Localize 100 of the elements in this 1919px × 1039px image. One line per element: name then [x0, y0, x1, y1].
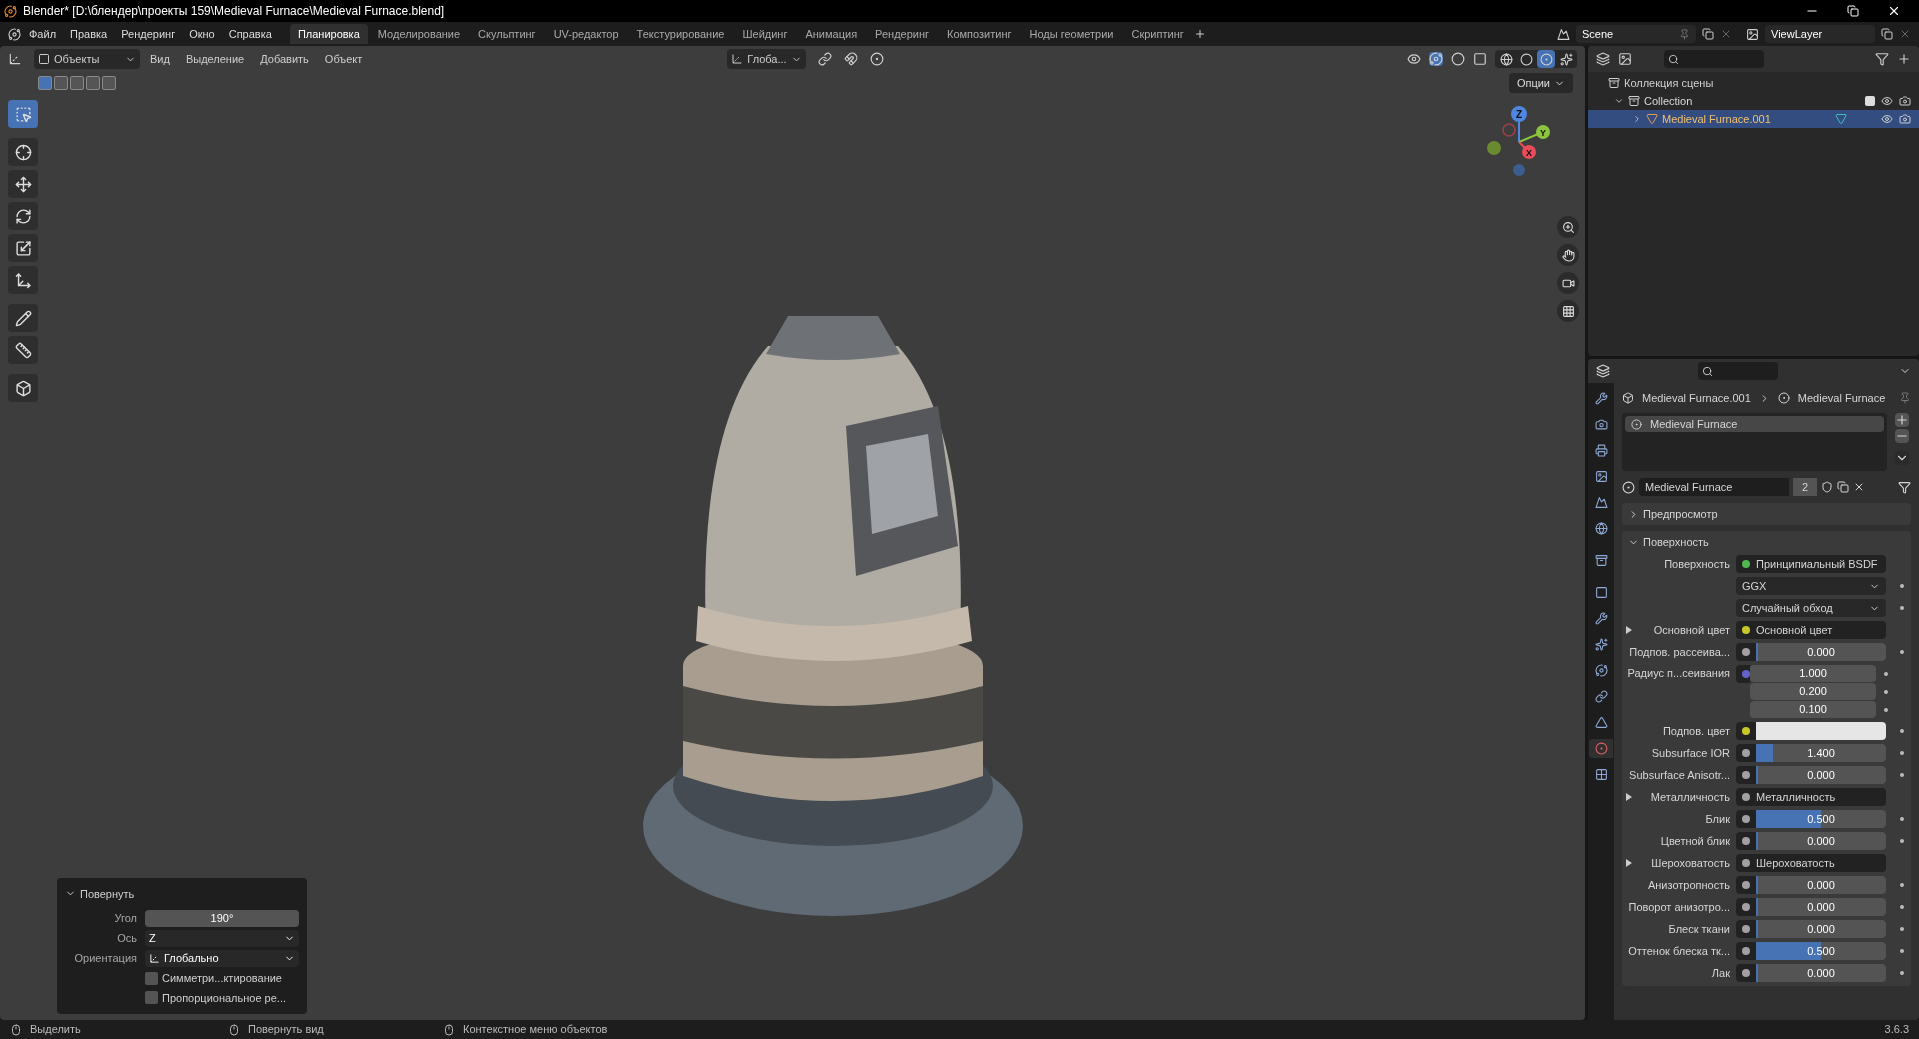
- visibility-icon[interactable]: [1407, 52, 1421, 66]
- value-slider[interactable]: 0.000: [1756, 920, 1886, 938]
- workspace-tab[interactable]: Шейдинг: [734, 24, 796, 44]
- value-slider[interactable]: 0.000: [1756, 643, 1886, 661]
- navigation-button[interactable]: [1557, 272, 1579, 294]
- workspace-tab[interactable]: Анимация: [797, 24, 866, 44]
- panel-header[interactable]: Предпросмотр: [1622, 503, 1911, 525]
- outliner-row[interactable]: Medieval Furnace.001: [1588, 110, 1919, 128]
- menu-item[interactable]: Файл: [23, 25, 63, 43]
- material-slot[interactable]: Medieval Furnace: [1625, 416, 1884, 432]
- tool-button[interactable]: [8, 100, 38, 128]
- value-slider[interactable]: 0.000: [1756, 898, 1886, 916]
- camera-icon[interactable]: [1899, 95, 1911, 107]
- magnet-icon[interactable]: [843, 52, 858, 66]
- add-slot-icon[interactable]: [1895, 413, 1909, 427]
- scene-icon[interactable]: [1557, 27, 1570, 41]
- duplicate-icon[interactable]: [1837, 481, 1849, 493]
- linked-node-field[interactable]: Основной цвет: [1736, 621, 1886, 639]
- new-scene-icon[interactable]: [1702, 28, 1714, 40]
- pivot-icon[interactable]: [817, 52, 832, 66]
- checkbox[interactable]: [145, 991, 158, 1005]
- editor-type-icon[interactable]: [1596, 52, 1610, 66]
- dropdown-field[interactable]: Глобально: [145, 950, 299, 967]
- xray-icon[interactable]: [1473, 52, 1487, 66]
- workspace-tab[interactable]: Планировка: [289, 24, 368, 44]
- material-name-field[interactable]: Medieval Furnace: [1639, 478, 1789, 496]
- search-field[interactable]: [1664, 50, 1764, 68]
- value-slider[interactable]: 0.500: [1756, 942, 1886, 960]
- fake-user-icon[interactable]: [1821, 481, 1833, 493]
- tool-button[interactable]: [8, 234, 38, 262]
- properties-tab[interactable]: [1589, 739, 1613, 758]
- menu-item[interactable]: Объект: [318, 50, 369, 68]
- dropdown-field[interactable]: Z: [145, 930, 299, 947]
- delete-view-layer-icon[interactable]: [1899, 28, 1911, 40]
- menu-item[interactable]: Выделение: [179, 50, 251, 68]
- tool-button[interactable]: [8, 170, 38, 198]
- axis-handle[interactable]: [1536, 125, 1550, 139]
- restore-icon[interactable]: [1847, 5, 1859, 17]
- tool-button[interactable]: [8, 374, 38, 402]
- unlink-icon[interactable]: [1853, 481, 1865, 493]
- vector-component-field[interactable]: 0.100: [1750, 701, 1876, 718]
- viewport[interactable]: Объекты Вид Выделение Добавить Объект Глоба... Опции Z Y X Повернуть Угол 190° Ось Z Ориентация Глобально Симметри...ктирование Пропорциональное ре...: [0, 46, 1585, 1020]
- pin-icon[interactable]: [1899, 392, 1911, 404]
- view-layer-icon[interactable]: [1746, 27, 1759, 41]
- checkbox[interactable]: [145, 971, 158, 985]
- material-browse-icon[interactable]: [1622, 480, 1635, 494]
- axis-handle[interactable]: [1522, 145, 1536, 159]
- add-workspace-icon[interactable]: [1193, 28, 1206, 40]
- tool-button[interactable]: [8, 138, 38, 166]
- dropdown-field[interactable]: GGX: [1736, 577, 1886, 595]
- navigation-button[interactable]: [1557, 300, 1579, 322]
- color-swatch[interactable]: [1756, 722, 1886, 740]
- workspace-tab[interactable]: Скульптинг: [470, 24, 544, 44]
- options-dropdown[interactable]: Опции: [1508, 73, 1573, 93]
- menu-item[interactable]: Добавить: [254, 50, 315, 68]
- slot-menu-icon[interactable]: [1895, 451, 1909, 465]
- menu-item[interactable]: Окно: [183, 25, 221, 43]
- tool-button[interactable]: [8, 266, 38, 294]
- axis-handle[interactable]: [1487, 141, 1501, 155]
- outliner-row[interactable]: Collection: [1588, 92, 1919, 110]
- delete-scene-icon[interactable]: [1720, 28, 1732, 40]
- expand-arrow-icon[interactable]: [1626, 626, 1632, 634]
- camera-icon[interactable]: [1899, 113, 1911, 125]
- panel-header[interactable]: Поверхность: [1622, 531, 1911, 553]
- axis-handle[interactable]: [1513, 164, 1525, 176]
- filter-icon[interactable]: [1875, 52, 1889, 66]
- gizmo-icon[interactable]: [1429, 52, 1443, 66]
- new-view-layer-icon[interactable]: [1881, 28, 1893, 40]
- workspace-tab[interactable]: UV-редактор: [545, 24, 627, 44]
- axis-handle[interactable]: [1502, 123, 1516, 137]
- scene-field[interactable]: Scene: [1576, 25, 1696, 43]
- navigation-button[interactable]: [1557, 216, 1579, 238]
- menu-item[interactable]: Вид: [144, 50, 176, 68]
- menu-item[interactable]: Справка: [222, 25, 278, 43]
- menu-item[interactable]: Правка: [64, 25, 114, 43]
- value-slider[interactable]: 0.000: [1756, 964, 1886, 982]
- include-checkbox-icon[interactable]: [1865, 96, 1875, 106]
- expand-icon[interactable]: [1632, 114, 1642, 124]
- mode-dropdown[interactable]: Объекты: [34, 49, 140, 69]
- tool-button[interactable]: [8, 202, 38, 230]
- proportional-icon[interactable]: [869, 52, 884, 66]
- workspace-tab[interactable]: Текстурирование: [628, 24, 733, 44]
- user-count[interactable]: 2: [1793, 478, 1817, 496]
- tool-button[interactable]: [8, 336, 38, 364]
- value-slider[interactable]: 1.400: [1756, 744, 1886, 762]
- vector-component-field[interactable]: 1.000: [1750, 665, 1876, 682]
- menu-item[interactable]: Рендеринг: [115, 25, 182, 43]
- editor-type-icon[interactable]: [8, 52, 22, 66]
- workspace-tab[interactable]: Моделирование: [369, 24, 469, 44]
- app-logo-icon[interactable]: [8, 27, 21, 41]
- vector-component-field[interactable]: 0.200: [1750, 683, 1876, 700]
- angle-field[interactable]: 190°: [145, 910, 299, 927]
- link-type-icon[interactable]: [1898, 480, 1911, 494]
- value-slider[interactable]: 0.000: [1756, 832, 1886, 850]
- linked-node-field[interactable]: Принципиальный BSDF: [1736, 555, 1886, 573]
- expand-arrow-icon[interactable]: [1626, 859, 1632, 867]
- collapse-icon[interactable]: [1614, 96, 1624, 106]
- overlay-icon[interactable]: [1451, 52, 1465, 66]
- eye-icon[interactable]: [1881, 113, 1893, 125]
- view-layer-field[interactable]: ViewLayer: [1765, 25, 1875, 43]
